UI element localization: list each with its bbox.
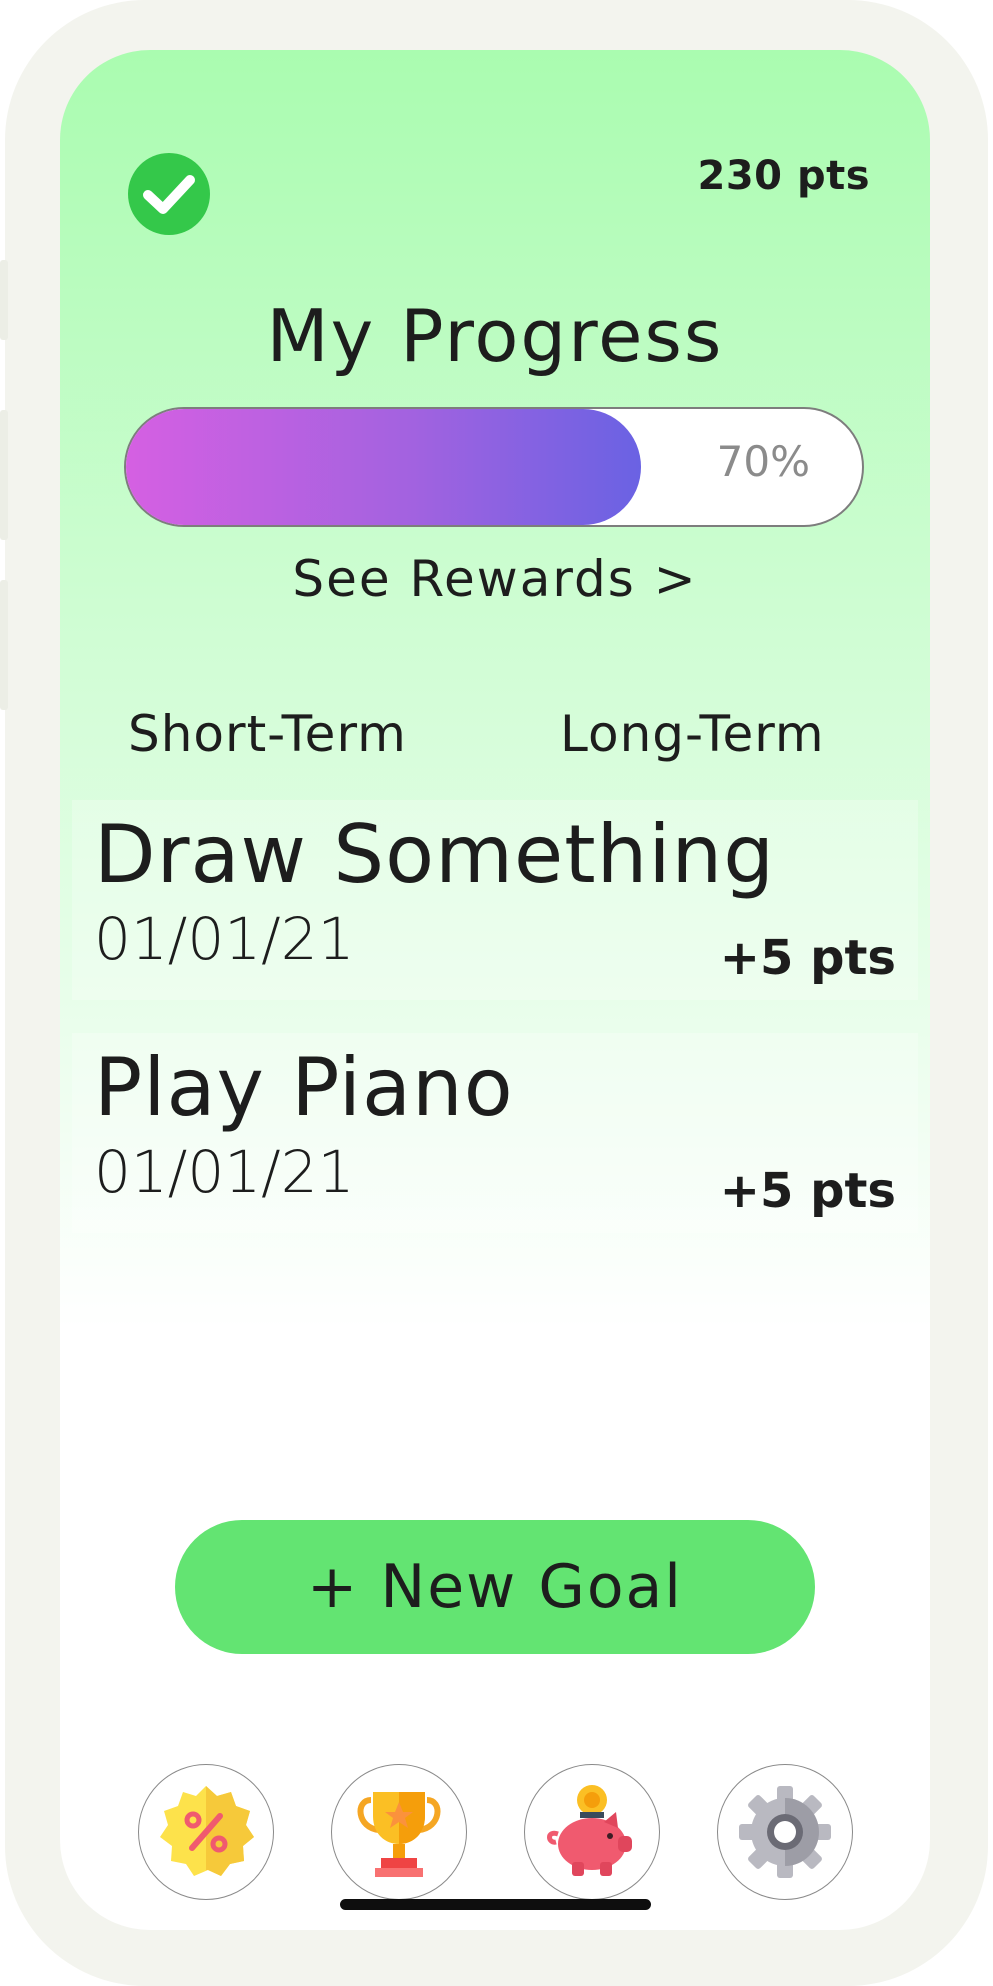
tab-long-term[interactable]: Long-Term — [560, 705, 825, 763]
side-button — [0, 260, 8, 340]
nav-settings-button[interactable] — [717, 1764, 853, 1900]
goal-points: +5 pts — [719, 930, 896, 986]
progress-percent: 70% — [716, 437, 810, 486]
goal-title: Play Piano — [94, 1041, 514, 1134]
side-button — [0, 410, 8, 540]
new-goal-button[interactable]: + New Goal — [175, 1520, 815, 1654]
goal-list-item[interactable]: Draw Something 01/01/21 +5 pts — [72, 800, 918, 1000]
goal-list-item[interactable]: Play Piano 01/01/21 +5 pts — [72, 1033, 918, 1233]
side-button — [0, 580, 8, 710]
goal-date: 01/01/21 — [94, 1138, 355, 1206]
goal-date: 01/01/21 — [94, 905, 355, 973]
tab-short-term[interactable]: Short-Term — [128, 705, 407, 763]
discount-badge-icon — [160, 1786, 254, 1876]
gear-icon — [739, 1786, 831, 1878]
home-indicator — [340, 1899, 651, 1910]
nav-rewards-button[interactable] — [138, 1764, 274, 1900]
goal-points: +5 pts — [719, 1163, 896, 1219]
progress-fill — [126, 409, 642, 525]
progress-bar: 70% — [124, 407, 864, 527]
check-circle-icon — [128, 153, 210, 235]
piggy-bank-icon — [547, 1785, 632, 1876]
nav-savings-button[interactable] — [524, 1764, 660, 1900]
app-screen: 230 pts My Progress 70% See Rewards > Sh… — [60, 50, 930, 1930]
goal-title: Draw Something — [94, 808, 776, 901]
points-total: 230 pts — [697, 153, 870, 199]
trophy-icon — [357, 1792, 441, 1877]
nav-trophy-button[interactable] — [331, 1764, 467, 1900]
see-rewards-link[interactable]: See Rewards > — [60, 550, 930, 608]
page-title: My Progress — [266, 294, 724, 378]
